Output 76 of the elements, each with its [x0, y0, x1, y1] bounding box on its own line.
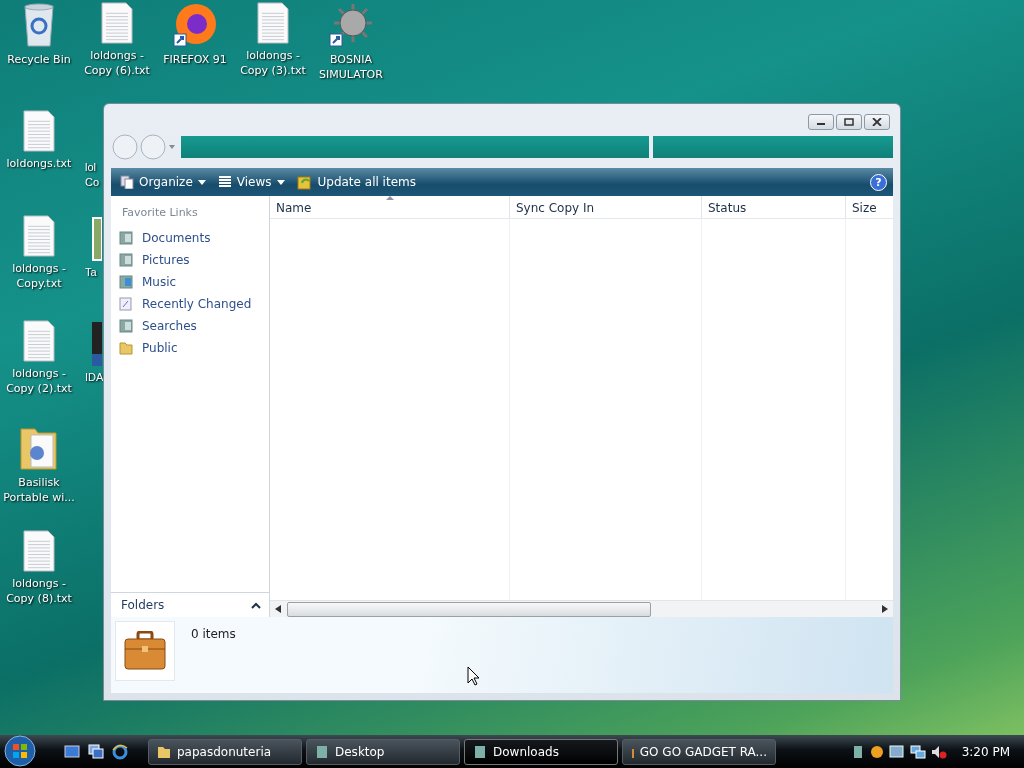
search-field[interactable] — [653, 136, 893, 158]
library-icon — [119, 253, 133, 267]
close-icon — [872, 118, 882, 126]
desktop-icon-label[interactable]: Ta — [84, 265, 97, 280]
chevron-icon — [251, 601, 261, 609]
windows-icon[interactable] — [88, 743, 104, 760]
text-file-icon[interactable] — [22, 530, 56, 572]
scroll-right-icon[interactable] — [882, 605, 888, 613]
column-header[interactable]: Size — [846, 196, 893, 218]
toolbar-button[interactable]: Update all items — [293, 172, 419, 192]
text-file-icon[interactable] — [22, 110, 56, 152]
desktop-icon-label[interactable]: loldongs - Copy (6).txt — [84, 48, 150, 78]
favorite-link[interactable]: Pictures — [119, 251, 269, 269]
favorite-link[interactable]: Recently Changed — [119, 295, 269, 313]
pages-icon — [120, 175, 134, 189]
folder-icon[interactable] — [19, 425, 59, 471]
folder-icon — [157, 744, 171, 759]
column-header[interactable]: Name — [270, 196, 510, 218]
scrollbar-thumb[interactable] — [287, 601, 651, 617]
text-file-icon[interactable] — [22, 215, 56, 257]
desktop-icon-label[interactable]: loldongs - Copy.txt — [12, 261, 66, 291]
taskbar-button[interactable]: Desktop — [306, 738, 460, 765]
taskbar-button[interactable]: Downloads — [464, 738, 618, 765]
close-button[interactable] — [864, 114, 890, 130]
library-icon — [119, 231, 133, 245]
caret-icon — [276, 179, 285, 185]
item-count: 0 items — [191, 627, 236, 641]
column-header[interactable]: Sync Copy In — [510, 196, 702, 218]
scroll-left-icon[interactable] — [275, 605, 281, 613]
sync-icon — [296, 174, 313, 190]
desktop-icon-label[interactable]: Recycle Bin — [7, 52, 71, 67]
spiked-ball-icon[interactable] — [328, 2, 374, 48]
maximize-icon — [844, 118, 854, 126]
help-button[interactable]: ? — [870, 173, 887, 191]
clock[interactable]: 3:20 PM — [961, 744, 1010, 759]
toolbar-button[interactable]: Views — [214, 173, 288, 191]
desktop-icon-label[interactable]: BOSNIA SIMULATOR — [319, 52, 383, 82]
library-icon — [119, 275, 133, 289]
section-heading: Favorite Links — [121, 206, 199, 219]
toolbar-button[interactable]: Organize — [117, 173, 209, 191]
desktop-icon-label[interactable]: IDA — [84, 370, 104, 385]
favorite-link[interactable]: Music — [119, 273, 269, 291]
maximize-button[interactable] — [836, 114, 862, 130]
favorite-link[interactable]: Searches — [119, 317, 269, 335]
network-icon[interactable] — [909, 743, 926, 760]
desktop-icon-label[interactable]: lol Co — [84, 160, 100, 190]
recycle-bin-icon[interactable] — [22, 2, 56, 48]
folder-icon — [119, 341, 133, 355]
taskbar-button[interactable]: GO GO GADGET RA... — [622, 738, 776, 765]
desktop-icon-label[interactable]: loldongs - Copy (8).txt — [6, 576, 72, 606]
desktop-icon-label[interactable]: loldongs - Copy (3).txt — [240, 48, 306, 78]
desktop-icon[interactable] — [64, 743, 80, 760]
desktop-icon-label[interactable]: loldongs.txt — [6, 156, 72, 171]
library-icon — [119, 319, 133, 333]
text-file-icon[interactable] — [22, 320, 56, 362]
text-file-icon[interactable] — [100, 2, 134, 44]
window-icon — [315, 744, 329, 759]
horizontal-scrollbar[interactable] — [270, 600, 893, 617]
window-icon — [473, 744, 487, 759]
favorite-link[interactable]: Public — [119, 339, 269, 357]
taskbar-button[interactable]: papasdonuteria — [148, 738, 302, 765]
sort-arrow-icon — [385, 196, 394, 200]
tray-icon[interactable] — [888, 743, 905, 760]
document-icon — [119, 297, 133, 311]
views-icon — [217, 175, 232, 189]
browser-icon[interactable] — [112, 743, 128, 760]
desktop-icon-label[interactable]: FIREFOX 91 — [163, 52, 227, 67]
text-file-icon[interactable] — [256, 2, 290, 44]
mouse-pointer-icon — [467, 666, 480, 686]
desktop-icon-label[interactable]: Basilisk Portable wi... — [3, 475, 75, 505]
column-header[interactable]: Status — [702, 196, 846, 218]
desktop-icon-label[interactable]: loldongs - Copy (2).txt — [6, 366, 72, 396]
caret-icon — [197, 179, 206, 185]
tray-icon[interactable] — [869, 743, 884, 760]
favorite-link[interactable]: Documents — [119, 229, 269, 247]
minimize-button[interactable] — [808, 114, 834, 130]
